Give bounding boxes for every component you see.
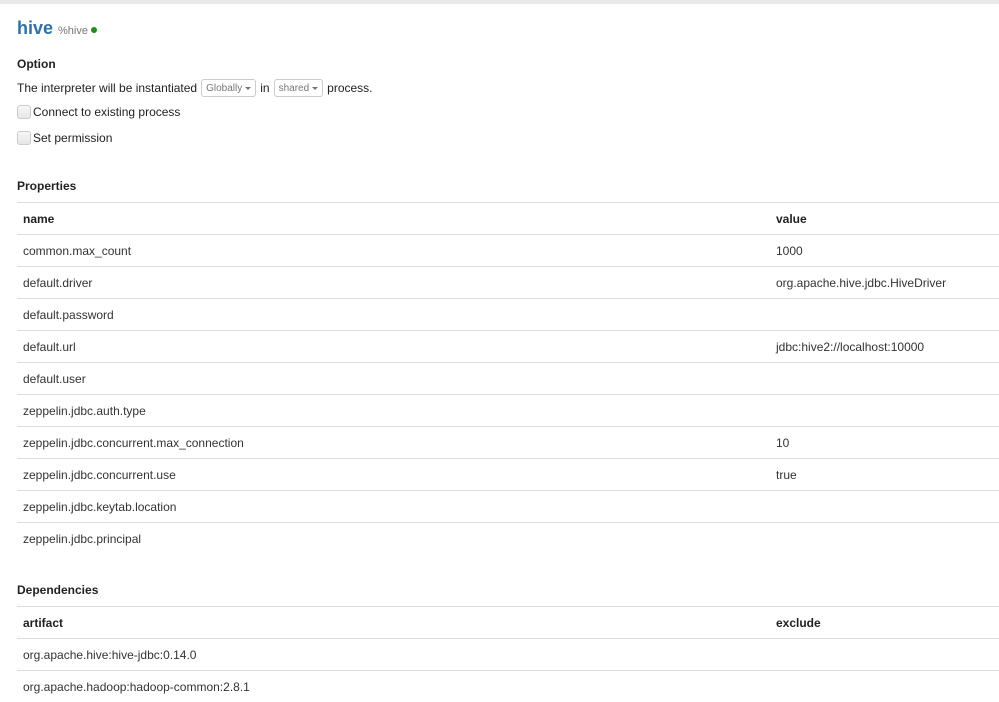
table-row: zeppelin.jdbc.concurrent.use true <box>17 459 999 491</box>
dependency-exclude <box>770 671 999 702</box>
set-permission-label: Set permission <box>33 131 112 145</box>
set-permission-row: Set permission <box>17 129 999 147</box>
property-name: zeppelin.jdbc.auth.type <box>17 395 770 427</box>
property-name: zeppelin.jdbc.concurrent.max_connection <box>17 427 770 459</box>
option-title: Option <box>17 57 999 71</box>
property-value: org.apache.hive.jdbc.HiveDriver <box>770 267 999 299</box>
interpreter-header: hive %hive <box>17 18 999 42</box>
property-value: 1000 <box>770 235 999 267</box>
property-name: zeppelin.jdbc.concurrent.use <box>17 459 770 491</box>
instantiation-suffix: process. <box>327 81 372 95</box>
properties-header-row: name value <box>17 203 999 235</box>
interpreter-panel: hive %hive Option The interpreter will b… <box>17 18 999 702</box>
instantiation-prefix: The interpreter will be instantiated <box>17 81 197 95</box>
status-dot-icon <box>91 27 97 33</box>
property-value: 10 <box>770 427 999 459</box>
table-row: zeppelin.jdbc.auth.type <box>17 395 999 427</box>
table-row: org.apache.hadoop:hadoop-common:2.8.1 <box>17 671 999 702</box>
dependencies-header-artifact: artifact <box>17 607 770 639</box>
table-row: default.url jdbc:hive2://localhost:10000 <box>17 331 999 363</box>
table-row: org.apache.hive:hive-jdbc:0.14.0 <box>17 639 999 671</box>
process-value: shared <box>279 83 310 94</box>
dependencies-title: Dependencies <box>17 583 999 597</box>
dependency-artifact: org.apache.hadoop:hadoop-common:2.8.1 <box>17 671 770 702</box>
table-row: default.password <box>17 299 999 331</box>
property-value <box>770 395 999 427</box>
instantiation-in: in <box>260 81 269 95</box>
property-name: zeppelin.jdbc.principal <box>17 523 770 555</box>
top-border <box>0 0 999 4</box>
process-dropdown[interactable]: shared <box>274 79 324 97</box>
scope-dropdown[interactable]: Globally <box>201 79 256 97</box>
property-name: default.password <box>17 299 770 331</box>
dependencies-table: artifact exclude org.apache.hive:hive-jd… <box>17 606 999 702</box>
interpreter-name: hive <box>17 18 53 39</box>
property-value <box>770 363 999 395</box>
property-value <box>770 491 999 523</box>
connect-existing-label: Connect to existing process <box>33 105 180 119</box>
dependencies-header-row: artifact exclude <box>17 607 999 639</box>
table-row: zeppelin.jdbc.keytab.location <box>17 491 999 523</box>
property-name: default.url <box>17 331 770 363</box>
property-name: zeppelin.jdbc.keytab.location <box>17 491 770 523</box>
properties-header-name: name <box>17 203 770 235</box>
connect-existing-checkbox[interactable] <box>17 105 31 119</box>
table-row: zeppelin.jdbc.concurrent.max_connection … <box>17 427 999 459</box>
table-row: default.driver org.apache.hive.jdbc.Hive… <box>17 267 999 299</box>
table-row: zeppelin.jdbc.principal <box>17 523 999 555</box>
properties-title: Properties <box>17 179 999 193</box>
property-value <box>770 299 999 331</box>
property-value: true <box>770 459 999 491</box>
property-value <box>770 523 999 555</box>
caret-down-icon <box>312 87 318 90</box>
connect-existing-row: Connect to existing process <box>17 103 999 121</box>
dependencies-header-exclude: exclude <box>770 607 999 639</box>
set-permission-checkbox[interactable] <box>17 131 31 145</box>
caret-down-icon <box>245 87 251 90</box>
dependency-exclude <box>770 639 999 671</box>
table-row: default.user <box>17 363 999 395</box>
dependency-artifact: org.apache.hive:hive-jdbc:0.14.0 <box>17 639 770 671</box>
property-name: common.max_count <box>17 235 770 267</box>
properties-header-value: value <box>770 203 999 235</box>
property-name: default.driver <box>17 267 770 299</box>
table-row: common.max_count 1000 <box>17 235 999 267</box>
scope-value: Globally <box>206 83 242 94</box>
property-value: jdbc:hive2://localhost:10000 <box>770 331 999 363</box>
properties-table: name value common.max_count 1000 default… <box>17 202 999 554</box>
interpreter-group: %hive <box>58 25 88 37</box>
property-name: default.user <box>17 363 770 395</box>
instantiation-line: The interpreter will be instantiated Glo… <box>17 79 999 97</box>
